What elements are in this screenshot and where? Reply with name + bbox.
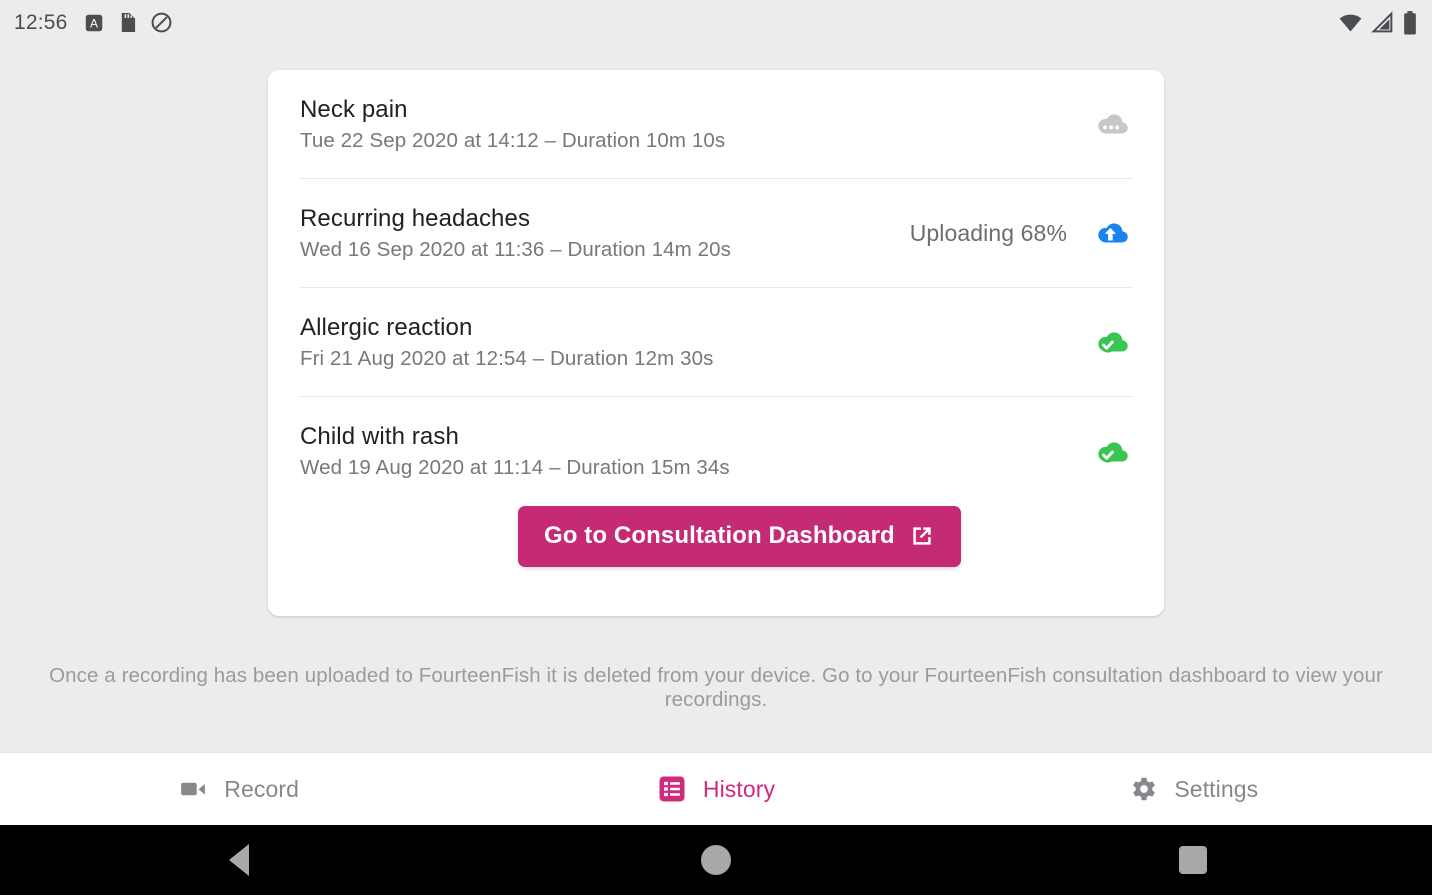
recording-text-block: Recurring headaches Wed 16 Sep 2020 at 1… [300, 204, 910, 263]
app-badge-icon: A [85, 14, 102, 31]
sd-card-icon [121, 13, 135, 32]
bottom-navigation-bar: Record History Settings [0, 752, 1432, 825]
recording-status [1067, 102, 1132, 146]
tab-record[interactable]: Record [0, 753, 477, 825]
cta-label: Go to Consultation Dashboard [544, 522, 895, 549]
list-icon [659, 776, 685, 802]
recording-subtitle: Tue 22 Sep 2020 at 14:12 – Duration 10m … [300, 128, 726, 152]
system-home-button[interactable] [477, 825, 954, 895]
table-row[interactable]: Neck pain Tue 22 Sep 2020 at 14:12 – Dur… [300, 70, 1132, 179]
home-circle-icon [700, 845, 731, 875]
recording-subtitle: Wed 16 Sep 2020 at 11:36 – Duration 14m … [300, 237, 731, 261]
recording-text-block: Child with rash Wed 19 Aug 2020 at 11:14… [300, 422, 1067, 481]
wifi-icon [1339, 14, 1362, 32]
recording-status: Uploading 68% [910, 211, 1132, 255]
recordings-list: Neck pain Tue 22 Sep 2020 at 14:12 – Dur… [268, 70, 1164, 506]
recording-title: Neck pain [300, 95, 408, 123]
recording-subtitle: Fri 21 Aug 2020 at 12:54 – Duration 12m … [300, 346, 714, 370]
tab-settings-label: Settings [1174, 775, 1259, 802]
cloud-upload-icon [1098, 223, 1128, 243]
android-system-navigation-bar [0, 825, 1432, 895]
battery-icon [1404, 10, 1416, 34]
tab-history[interactable]: History [477, 753, 954, 825]
gear-icon [1133, 777, 1156, 801]
recording-status-text: Uploading 68% [909, 219, 1067, 246]
recents-square-icon [1179, 846, 1208, 874]
system-recents-button[interactable] [955, 825, 1432, 895]
recording-text-block: Neck pain Tue 22 Sep 2020 at 14:12 – Dur… [300, 95, 1067, 154]
do-not-disturb-icon [151, 12, 171, 33]
recording-title: Allergic reaction [300, 313, 473, 341]
videocam-icon [181, 782, 206, 796]
recording-status [1067, 430, 1132, 474]
cloud-done-icon [1098, 332, 1128, 353]
status-bar-left-icons: A [83, 11, 173, 34]
status-bar: 12:56 A [0, 0, 1432, 45]
recording-title: Child with rash [300, 423, 459, 451]
status-bar-clock: 12:56 [14, 10, 68, 34]
recordings-card: Neck pain Tue 22 Sep 2020 at 14:12 – Dur… [268, 70, 1164, 616]
recording-title: Recurring headaches [300, 204, 531, 232]
go-to-consultation-dashboard-button[interactable]: Go to Consultation Dashboard [518, 506, 961, 567]
external-link-icon [913, 527, 931, 545]
table-row[interactable]: Child with rash Wed 19 Aug 2020 at 11:14… [300, 397, 1132, 506]
svg-text:A: A [90, 16, 98, 30]
system-back-button[interactable] [0, 825, 477, 895]
table-row[interactable]: Recurring headaches Wed 16 Sep 2020 at 1… [300, 179, 1132, 288]
tab-settings[interactable]: Settings [955, 753, 1432, 825]
tab-history-label: History [702, 775, 776, 802]
status-bar-right-icons [1338, 10, 1418, 36]
status-bar-left: 12:56 A [14, 11, 173, 35]
footer-note: Once a recording has been uploaded to Fo… [49, 664, 1383, 711]
cloud-done-icon [1098, 441, 1128, 463]
cloud-pending-icon [1098, 114, 1128, 134]
recording-text-block: Allergic reaction Fri 21 Aug 2020 at 12:… [300, 313, 1067, 372]
tab-record-label: Record [224, 775, 300, 802]
cell-signal-icon [1371, 11, 1393, 33]
recording-subtitle: Wed 19 Aug 2020 at 11:14 – Duration 15m … [300, 456, 730, 480]
table-row[interactable]: Allergic reaction Fri 21 Aug 2020 at 12:… [300, 288, 1132, 397]
back-triangle-icon [228, 844, 249, 876]
recording-status [1067, 320, 1132, 364]
